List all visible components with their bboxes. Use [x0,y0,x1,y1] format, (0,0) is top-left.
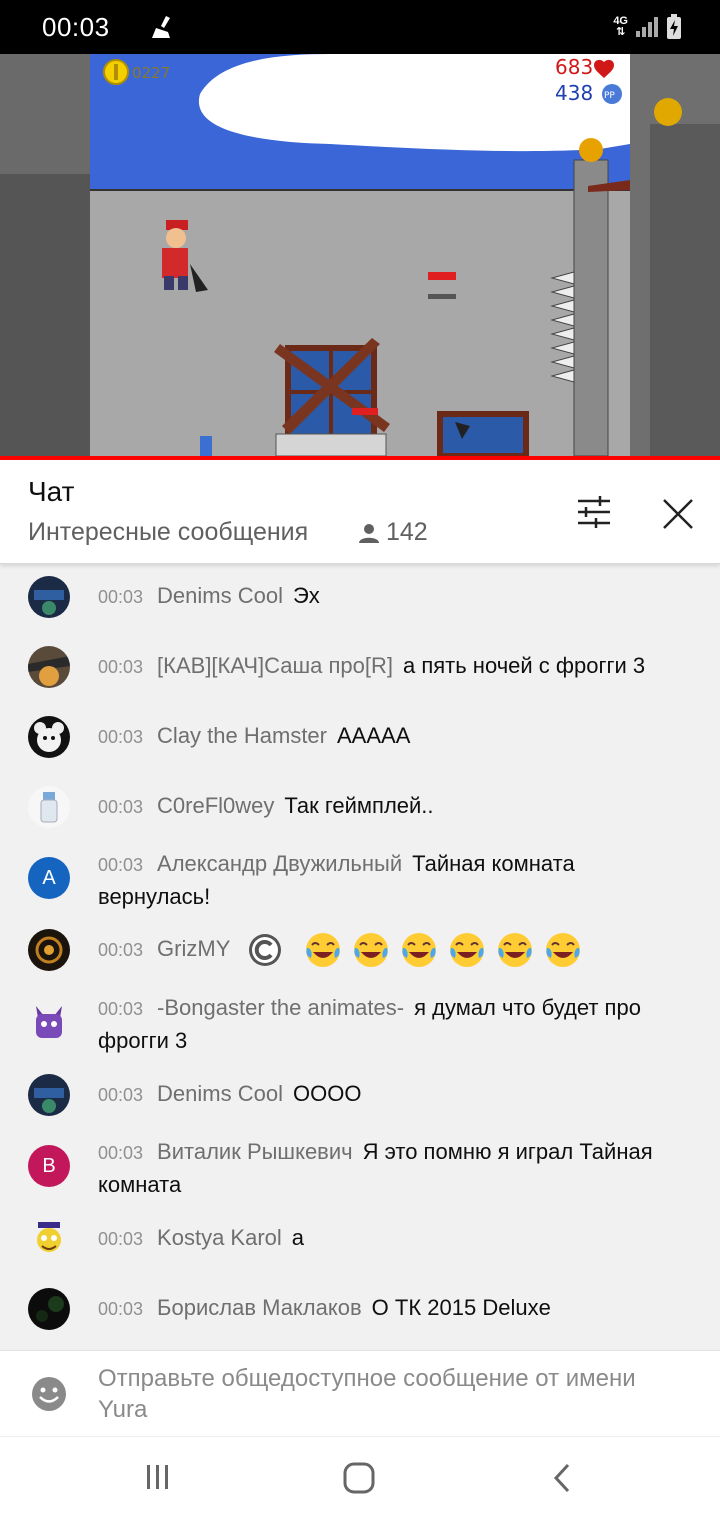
points-badge: PP [604,91,615,101]
message-author[interactable]: Александр Двужильный [157,851,402,876]
message-time: 00:03 [98,1143,144,1163]
viewer-count: 142 [358,518,428,547]
message-text: Так геймплей.. [284,793,434,818]
message-author[interactable]: [КАВ][КАЧ]Саша про[R] [157,653,393,678]
avatar[interactable] [28,1218,70,1260]
laughing-tears-emoji-icon [449,933,484,968]
message-text: AAAAA [337,723,411,748]
laughing-tears-emoji-icon [545,933,580,968]
status-bar: 00:03 4G ⇅ [0,0,720,54]
chat-mode-selector[interactable]: Интересные сообщения [28,518,308,547]
battery-icon [667,14,681,39]
message-author[interactable]: Clay the Hamster [157,723,327,748]
chat-title: Чат [28,476,75,507]
signal-icon [636,17,658,37]
avatar[interactable] [28,786,70,828]
message-text: О ТК 2015 Deluxe [371,1295,551,1320]
system-navigation-bar [0,1436,720,1520]
viewer-count-value: 142 [386,518,428,546]
message-author[interactable]: C0reFl0wey [157,793,274,818]
message-text: а пять ночей с фрогги 3 [402,653,646,678]
avatar[interactable] [28,646,70,688]
message-time: 00:03 [98,727,144,747]
message-time: 00:03 [98,1085,144,1105]
game-frame: 0227 683 438 PP [0,54,720,456]
avatar[interactable] [28,1288,70,1330]
network-type: 4G ⇅ [613,15,628,38]
status-time: 00:03 [42,12,110,42]
home-icon[interactable] [342,1461,376,1495]
laughing-tears-emoji-icon [353,933,388,968]
message-text: OOOO [292,1081,362,1106]
avatar[interactable] [28,1074,70,1116]
avatar[interactable] [28,1000,70,1042]
message-author[interactable]: Kostya Karol [157,1225,282,1250]
video-player[interactable]: 0227 683 438 PP [0,54,720,456]
message-time: 00:03 [98,1299,144,1319]
message-author[interactable]: GrizMY [157,936,230,961]
message-time: 00:03 [98,1229,144,1249]
filter-settings-icon[interactable] [574,492,614,532]
laughing-tears-emoji-icon [497,933,532,968]
message-time: 00:03 [98,855,144,875]
laughing-tears-emoji-icon [305,933,340,968]
message-time: 00:03 [98,999,144,1019]
avatar[interactable]: A [28,857,70,899]
laughing-tears-emoji-icon [401,933,436,968]
message-author[interactable]: -Bongaster the animates- [157,995,404,1020]
coin-counter: 0227 [132,64,170,82]
message-time: 00:03 [98,797,144,817]
back-icon[interactable] [548,1461,576,1495]
cleaner-icon [152,16,170,38]
avatar[interactable] [28,929,70,971]
copyright-emoji-icon [248,934,281,967]
avatar[interactable]: B [28,1145,70,1187]
person-icon [359,523,379,543]
avatar[interactable] [28,716,70,758]
message-text: Эх [292,583,320,608]
message-author[interactable]: Виталик Рышкевич [157,1139,353,1164]
avatar[interactable] [28,576,70,618]
message-author[interactable]: Denims Cool [157,1081,283,1106]
message-time: 00:03 [98,587,144,607]
message-author[interactable]: Борислав Маклаков [157,1295,362,1320]
chat-messages-list[interactable]: 00:03 Denims Cool Эх 00:03 [КАВ][КАЧ]Саша п… [0,564,720,1350]
message-input-bar: Отправьте общедоступное сообщение от име… [0,1350,720,1436]
health-counter: 683 [555,55,593,79]
message-text: а [291,1225,305,1250]
close-chat-icon[interactable] [656,492,700,536]
recent-apps-icon[interactable] [144,1463,172,1491]
message-input[interactable]: Отправьте общедоступное сообщение от име… [98,1363,658,1425]
status-indicators: 4G ⇅ [613,14,682,40]
chat-header: Чат Интересные сообщения 142 [0,460,720,564]
message-author[interactable]: Denims Cool [157,583,283,608]
message-time: 00:03 [98,940,144,960]
points-counter: 438 [555,81,593,105]
message-time: 00:03 [98,657,144,677]
emoji-picker-icon[interactable] [30,1375,68,1413]
